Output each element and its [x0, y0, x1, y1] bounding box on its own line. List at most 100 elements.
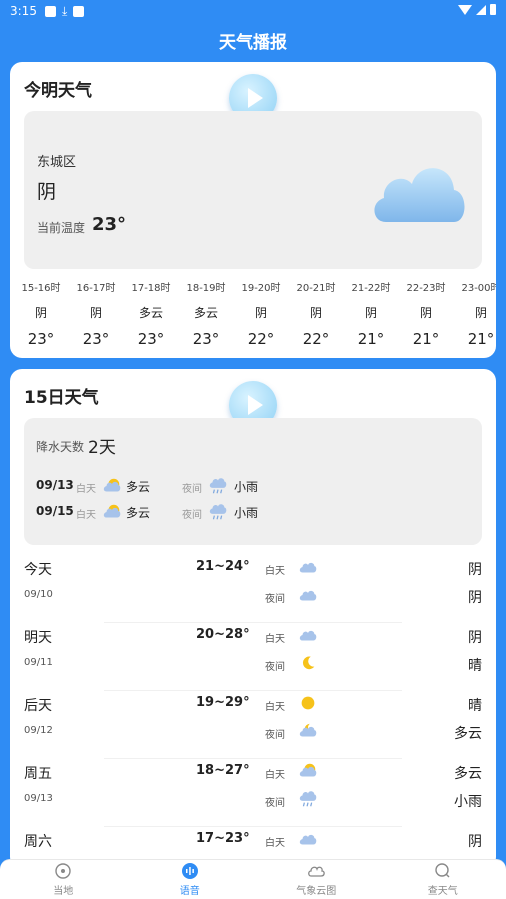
location-icon [0, 862, 126, 880]
tab-voice[interactable]: 语音 [127, 862, 253, 897]
day-condition: 多云 [454, 766, 482, 782]
hourly-temp: 22° [302, 330, 330, 348]
hourly-condition: 阴 [89, 306, 102, 320]
day-name: 周六 [24, 834, 52, 850]
daily-row[interactable]: 今天 09/10 21~24° 白天阴夜间阴 [10, 555, 496, 623]
hourly-time: 15-16时 [21, 283, 61, 294]
app-title: 天气播报 [219, 33, 287, 53]
day-temp-range: 18~27° [196, 763, 250, 778]
hourly-item: 18-19时 多云 23° [176, 279, 236, 348]
rain-row-night-condition: 小雨 [234, 506, 259, 520]
tab-location[interactable]: 当地 [0, 862, 126, 897]
hourly-time: 19-20时 [241, 283, 281, 294]
day-date: 09/12 [24, 725, 53, 736]
rain-row-date: 09/15 [36, 504, 74, 518]
night-label: 夜间 [265, 798, 285, 809]
status-time: 3:15 [10, 4, 37, 18]
daytime-label: 白天 [265, 838, 285, 849]
daily-row[interactable]: 明天 09/11 20~28° 白天 阴夜间 晴 [10, 623, 496, 691]
cloud-icon [298, 829, 318, 849]
hourly-time: 18-19时 [186, 283, 226, 294]
day-name: 周五 [24, 766, 52, 782]
hourly-time: 23-00时 [461, 283, 496, 294]
tab-label: 当地 [53, 886, 74, 897]
daily-forecast-list: 今天 09/10 21~24° 白天阴夜间阴明天 09/11 20~28° 白天阴夜间晴后天… [10, 555, 496, 869]
current-weather-panel: 东城区 阴 当前温度 23° [24, 111, 482, 269]
hourly-condition: 阴 [309, 306, 322, 320]
current-temp-label: 当前温度 [37, 221, 86, 235]
rain-days-count: 2天 [88, 438, 116, 458]
sun-cloud-icon [298, 761, 318, 781]
hourly-forecast[interactable]: 15-16时阴 23° 16-17时阴 23° 17-18时 多云 23° 18-19时 多云 2… [10, 279, 496, 349]
hourly-time: 21-22时 [351, 283, 391, 294]
hourly-condition: 阴 [254, 306, 267, 320]
search-weather-icon [380, 862, 506, 880]
hourly-item: 17-18时 多云 23° [121, 279, 181, 348]
day-temp-range: 17~23° [196, 831, 250, 846]
night-label: 夜间 [265, 662, 285, 673]
tab-label: 气象云图 [296, 886, 337, 897]
night-condition: 多云 [454, 726, 482, 742]
hourly-condition: 多云 [193, 306, 218, 320]
daily-row[interactable]: 周五 09/13 18~27° 白天 多云 夜间 小雨 [10, 759, 496, 827]
cloud-icon [374, 168, 465, 222]
night-label: 夜间 [265, 594, 285, 605]
day-temp-range: 21~24° [196, 559, 250, 574]
rain-row-night-label: 夜间 [182, 484, 202, 495]
cloud-icon [298, 625, 318, 645]
hourly-item: 21-22时阴 21° [341, 279, 401, 348]
forecast-card: 15日天气 降水天数 2天 09/13 白天 多云 夜间 小雨 09/15 白天 多云 夜间 小雨… [10, 369, 496, 869]
hourly-item: 19-20时阴 22° [231, 279, 291, 348]
hourly-temp: 23° [82, 330, 110, 348]
hourly-temp: 23° [192, 330, 220, 348]
hourly-condition: 阴 [474, 306, 487, 320]
moon-icon [298, 653, 318, 673]
night-condition: 晴 [468, 658, 482, 674]
signal-icon [476, 4, 486, 15]
hourly-item: 23-00时阴 21° [451, 279, 496, 348]
tab-search-weather[interactable]: 查天气 [380, 862, 506, 897]
hourly-condition: 阴 [419, 306, 432, 320]
rain-day-row: 09/13 白天 多云 夜间 小雨 [36, 476, 466, 496]
bottom-tab-bar: 当地 语音 气象云图 查天气 [0, 859, 506, 899]
rain-row-day-condition: 多云 [126, 480, 151, 494]
rain-cloud-icon [208, 502, 228, 522]
cloud-map-icon [253, 862, 379, 880]
daily-row[interactable]: 后天 09/12 19~29° 白天 晴夜间 多云 [10, 691, 496, 759]
notification-icon [44, 5, 56, 17]
hourly-temp: 21° [467, 330, 495, 348]
hourly-temp: 21° [357, 330, 385, 348]
voice-icon [127, 862, 253, 880]
hourly-time: 16-17时 [76, 283, 116, 294]
day-name: 今天 [24, 562, 52, 578]
rain-day-row: 09/15 白天 多云 夜间 小雨 [36, 502, 466, 522]
rain-days-label: 降水天数 [36, 440, 85, 454]
daytime-label: 白天 [265, 770, 285, 781]
rain-row-night-label: 夜间 [182, 510, 202, 521]
tab-label: 语音 [179, 886, 200, 897]
current-temp: 23° [92, 214, 127, 235]
tab-cloud-map[interactable]: 气象云图 [253, 862, 379, 897]
daytime-label: 白天 [265, 566, 285, 577]
play-icon [247, 395, 263, 415]
wifi-icon [458, 4, 472, 15]
moon-cloud-icon [298, 721, 318, 741]
hourly-item: 16-17时阴 23° [66, 279, 126, 348]
day-condition: 阴 [468, 562, 482, 578]
day-date: 09/10 [24, 589, 53, 600]
hourly-time: 20-21时 [296, 283, 336, 294]
rain-row-day-label: 白天 [76, 510, 96, 521]
day-name: 明天 [24, 630, 52, 646]
play-icon [247, 88, 263, 108]
today-weather-card: 今明天气 东城区 阴 当前温度 23° 15-16时阴 23° 16-17时阴 23°… [10, 62, 496, 358]
status-bar: 3:15 ⤓ [0, 0, 506, 22]
hourly-temp: 21° [412, 330, 440, 348]
hourly-temp: 23° [137, 330, 165, 348]
hourly-condition: 多云 [138, 306, 163, 320]
day-condition: 阴 [468, 834, 482, 850]
rain-cloud-icon [298, 789, 318, 809]
battery-icon [490, 4, 496, 15]
day-temp-range: 19~29° [196, 695, 250, 710]
cloud-icon [298, 557, 318, 577]
night-condition: 阴 [468, 590, 482, 606]
